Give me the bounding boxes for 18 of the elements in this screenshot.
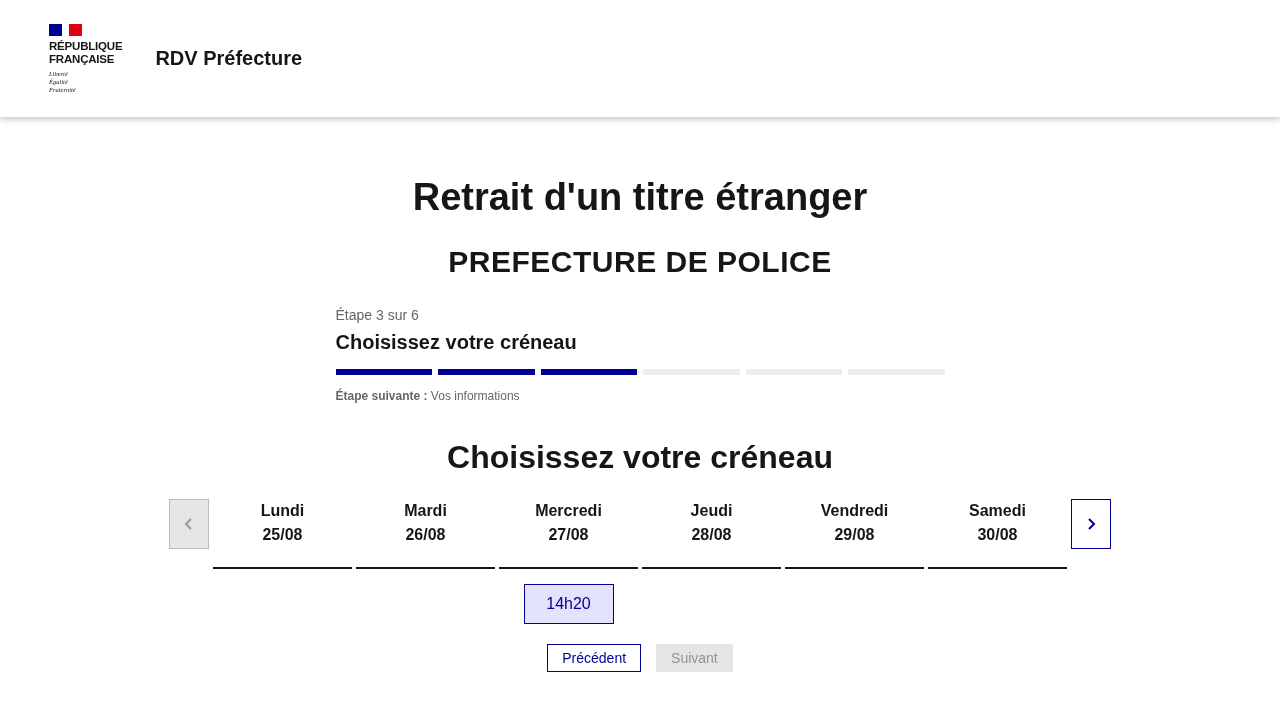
- page-title: Retrait d'un titre étranger: [412, 175, 868, 220]
- logo-text: RÉPUBLIQUE FRANÇAISE: [49, 39, 123, 66]
- day-header: Lundi 25/08: [213, 499, 352, 569]
- section-title: Choisissez votre créneau: [447, 438, 833, 477]
- next-week-button[interactable]: [1071, 499, 1111, 549]
- step-counter: Étape 3 sur 6: [335, 307, 420, 323]
- day-header: Samedi 30/08: [928, 499, 1067, 569]
- day-header: Jeudi 28/08: [642, 499, 781, 569]
- day-header: Mercredi 27/08: [499, 499, 638, 569]
- page-subtitle: PREFECTURE DE POLICE: [448, 244, 832, 280]
- step-title: Choisissez votre créneau: [335, 331, 578, 354]
- flag-icon: [49, 23, 82, 36]
- next-step-text: Étape suivante : Vos informations: [335, 389, 521, 403]
- navigation-button[interactable]: Précédent: [547, 644, 642, 672]
- time-slot-button[interactable]: 14h20: [523, 584, 614, 624]
- service-name-link[interactable]: RDV Préfecture: [155, 47, 303, 70]
- day-header: Vendredi 29/08: [785, 499, 924, 569]
- day-header: Mardi 26/08: [356, 499, 495, 569]
